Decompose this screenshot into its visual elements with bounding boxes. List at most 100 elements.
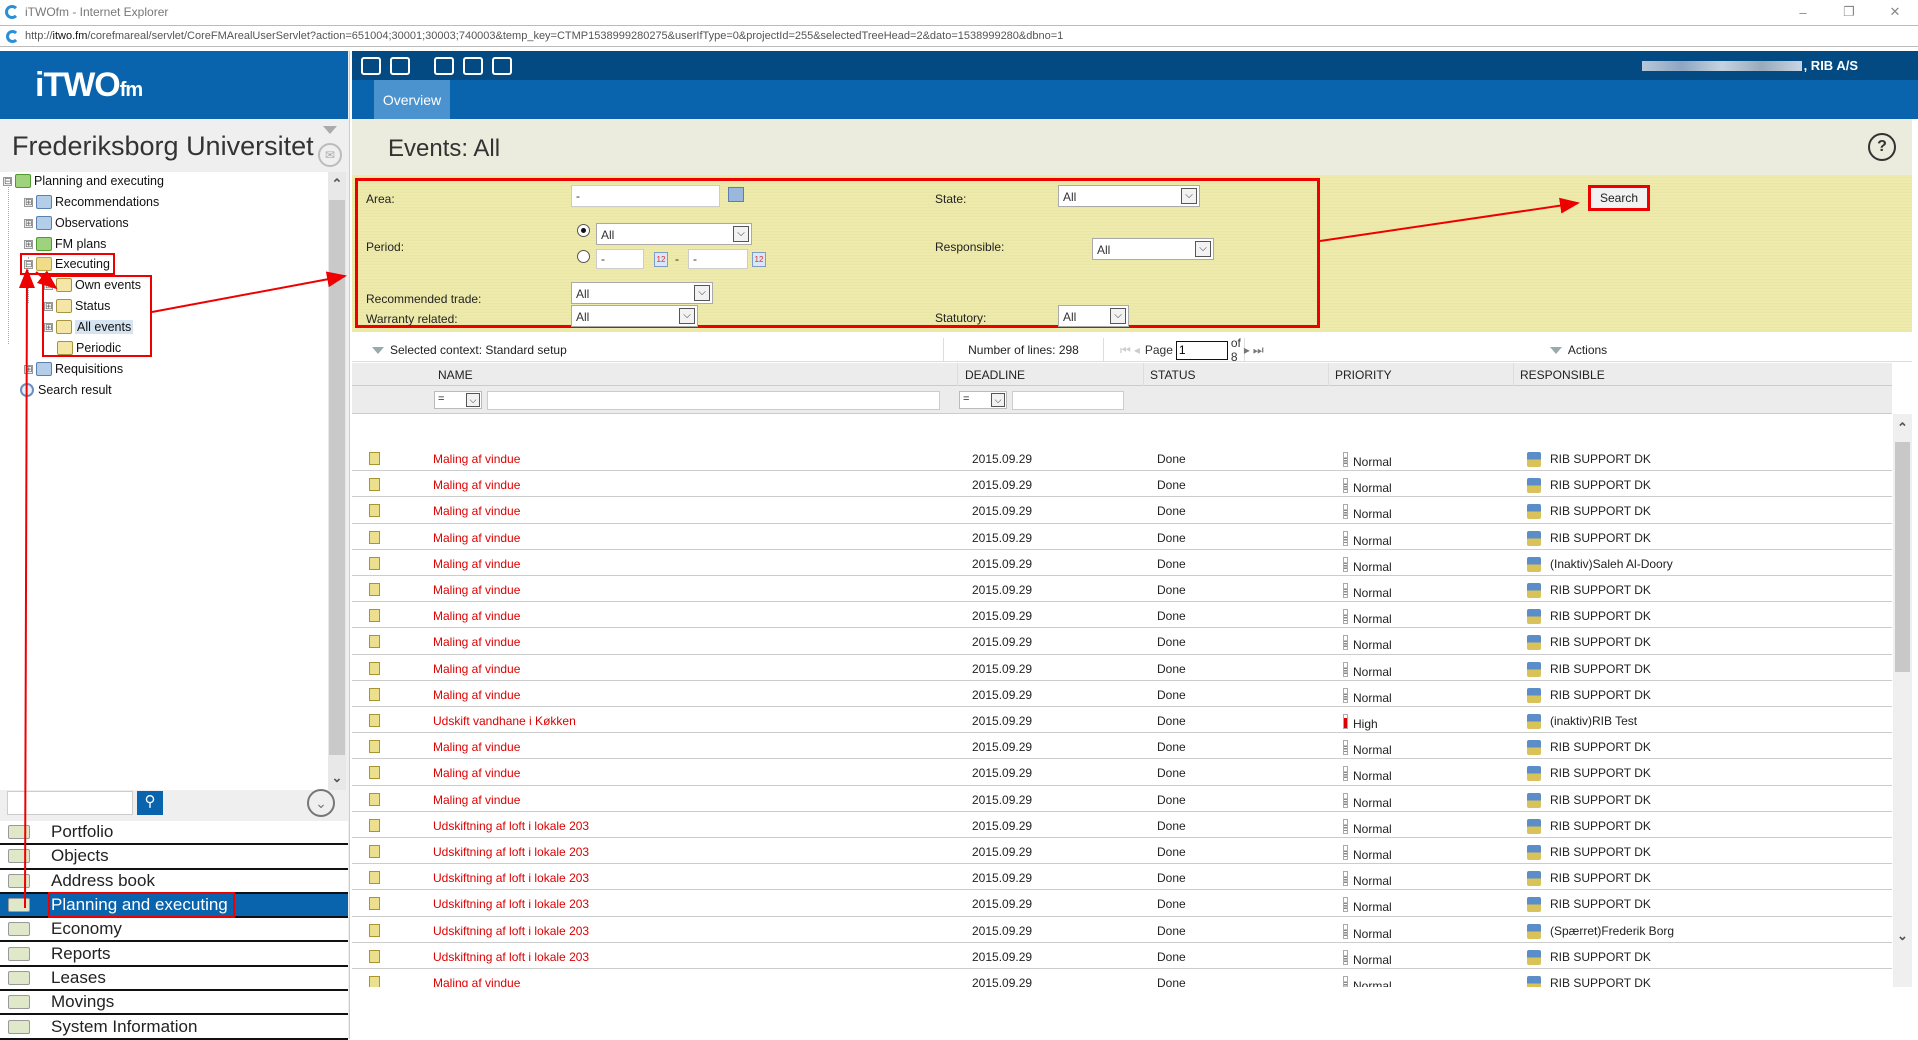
event-name-link[interactable]: Maling af vindue	[433, 662, 520, 676]
event-name-link[interactable]: Maling af vindue	[433, 766, 520, 780]
table-row[interactable]: Maling af vindue 2015.09.29 Done Normal RIB …	[352, 524, 1892, 550]
event-name-link[interactable]: Maling af vindue	[433, 557, 520, 571]
tree-node-recommendations[interactable]: ⊞ Recommendations	[24, 193, 159, 211]
table-row[interactable]: Maling af vindue 2015.09.29 Done Normal RIB …	[352, 681, 1892, 707]
table-row[interactable]: Udskift vandhane i Køkken 2015.09.29 Done H…	[352, 707, 1892, 734]
tree-node-planning-executing[interactable]: ⊟ Planning and executing	[3, 172, 164, 190]
column-header-status[interactable]: STATUS	[1144, 363, 1329, 386]
event-name-link[interactable]: Udskift vandhane i Køkken	[433, 714, 576, 728]
tree-node-periodic[interactable]: Periodic	[57, 339, 121, 357]
expand-icon[interactable]: ⊞	[44, 280, 53, 290]
table-row[interactable]: Maling af vindue 2015.09.29 Done Normal RIB …	[352, 602, 1892, 629]
tree-node-search-result[interactable]: Search result	[20, 381, 112, 399]
expand-icon[interactable]: ⊞	[24, 197, 33, 207]
minimize-button[interactable]: –	[1780, 0, 1826, 24]
column-header-responsible[interactable]: RESPONSIBLE	[1514, 363, 1892, 386]
event-name-link[interactable]: Maling af vindue	[433, 609, 520, 623]
table-row[interactable]: Maling af vindue 2015.09.29 Done Normal RIB …	[352, 759, 1892, 786]
event-name-link[interactable]: Udskiftning af loft i lokale 203	[433, 819, 589, 833]
event-name-link[interactable]: Maling af vindue	[433, 740, 520, 754]
prev-page-icon[interactable]: ◂	[1134, 343, 1140, 357]
column-header-priority[interactable]: PRIORITY	[1329, 363, 1514, 386]
module-system-information[interactable]: System Information	[0, 1015, 348, 1040]
module-movings[interactable]: Movings	[0, 991, 348, 1016]
area-input[interactable]: -	[571, 185, 720, 207]
address-bar[interactable]: http://itwo.fm/corefmareal/servlet/CoreF…	[0, 25, 1918, 47]
scroll-down-icon[interactable]: ⌄	[1895, 928, 1910, 944]
period-to-input[interactable]: -	[688, 249, 748, 269]
event-name-link[interactable]: Udskiftning af loft i lokale 203	[433, 871, 589, 885]
grid-scrollbar[interactable]: ⌃ ⌄	[1893, 414, 1912, 987]
dropdown-arrow-icon[interactable]: ⌵	[679, 308, 695, 324]
table-row[interactable]: Maling af vindue 2015.09.29 Done Normal RIB …	[352, 576, 1892, 603]
dropdown-arrow-icon[interactable]: ⌵	[466, 393, 480, 407]
book-icon[interactable]	[492, 56, 512, 75]
event-name-link[interactable]: Udskiftning af loft i lokale 203	[433, 924, 589, 938]
tree-node-observations[interactable]: ⊞ Observations	[24, 214, 129, 232]
module-objects[interactable]: Objects	[0, 845, 348, 870]
table-row[interactable]: Maling af vindue 2015.09.29 Done Normal RIB …	[352, 628, 1892, 655]
state-select[interactable]: All ⌵	[1058, 185, 1200, 207]
tree-node-requisitions[interactable]: ⊞ Requisitions	[24, 360, 123, 378]
event-name-link[interactable]: Udskiftning af loft i lokale 203	[433, 897, 589, 911]
url-text[interactable]: http://itwo.fm/corefmareal/servlet/CoreF…	[25, 30, 1063, 42]
recommended-trade-select[interactable]: All ⌵	[571, 282, 713, 304]
collapse-header-icon[interactable]	[323, 126, 337, 134]
warranty-related-select[interactable]: All ⌵	[571, 305, 698, 327]
dropdown-arrow-icon[interactable]: ⌵	[1110, 308, 1126, 324]
help-icon[interactable]: ?	[1868, 133, 1896, 161]
dropdown-arrow-icon[interactable]: ⌵	[991, 393, 1005, 407]
name-filter-input[interactable]	[487, 391, 940, 410]
search-button[interactable]: Search	[1588, 185, 1650, 211]
event-name-link[interactable]: Udskiftning af loft i lokale 203	[433, 845, 589, 859]
dropdown-arrow-icon[interactable]: ⌵	[1181, 188, 1197, 204]
collapse-icon[interactable]: ⊟	[24, 259, 33, 269]
tree-node-own-events[interactable]: ⊞ Own events	[44, 276, 141, 294]
expand-icon[interactable]: ⊞	[44, 322, 53, 332]
tree-scrollbar[interactable]: ⌃ ⌄	[328, 172, 346, 790]
media-icon[interactable]	[463, 56, 483, 75]
table-row[interactable]: Udskiftning af loft i lokale 203 2015.09.…	[352, 917, 1892, 943]
column-header-deadline[interactable]: DEADLINE	[958, 363, 1144, 386]
dropdown-arrow-icon[interactable]: ⌵	[694, 285, 710, 301]
list-document-icon[interactable]	[390, 56, 410, 75]
dropdown-arrow-icon[interactable]: ⌵	[1195, 241, 1211, 257]
name-filter-operator[interactable]: = ⌵	[434, 391, 482, 409]
module-economy[interactable]: Economy	[0, 918, 348, 943]
area-picker-icon[interactable]	[728, 187, 744, 202]
table-row[interactable]: Udskiftning af loft i lokale 203 2015.09.…	[352, 838, 1892, 865]
event-name-link[interactable]: Maling af vindue	[433, 504, 520, 518]
scroll-thumb[interactable]	[1895, 442, 1910, 672]
calendar-icon[interactable]: 12	[654, 252, 668, 267]
close-button[interactable]: ✕	[1872, 0, 1918, 24]
table-row[interactable]: Maling af vindue 2015.09.29 Done Normal RIB …	[352, 655, 1892, 681]
event-name-link[interactable]: Maling af vindue	[433, 452, 520, 466]
table-row[interactable]: Udskiftning af loft i lokale 203 2015.09.…	[352, 890, 1892, 917]
column-header-name[interactable]: NAME	[352, 363, 958, 386]
module-reports[interactable]: Reports	[0, 942, 348, 967]
event-name-link[interactable]: Maling af vindue	[433, 635, 520, 649]
table-row[interactable]: Udskiftning af loft i lokale 203 2015.09.…	[352, 812, 1892, 838]
event-name-link[interactable]: Maling af vindue	[433, 688, 520, 702]
event-name-link[interactable]: Maling af vindue	[433, 583, 520, 597]
table-row[interactable]: Maling af vindue 2015.09.29 Done Normal RIB …	[352, 786, 1892, 812]
table-row[interactable]: Maling af vindue 2015.09.29 Done Normal RIB …	[352, 969, 1892, 987]
scroll-up-icon[interactable]: ⌃	[1895, 420, 1910, 436]
app-logo[interactable]: iTWOfm	[0, 51, 348, 119]
page-number-input[interactable]	[1175, 340, 1228, 360]
event-name-link[interactable]: Maling af vindue	[433, 531, 520, 545]
scroll-down-icon[interactable]: ⌄	[330, 770, 344, 786]
dropdown-arrow-icon[interactable]: ⌵	[733, 226, 749, 242]
table-row[interactable]: Udskiftning af loft i lokale 203 2015.09.…	[352, 864, 1892, 891]
first-page-icon[interactable]: ⏮	[1120, 343, 1131, 358]
table-row[interactable]: Maling af vindue 2015.09.29 Done Normal RIB …	[352, 445, 1892, 472]
table-row[interactable]: Udskiftning af loft i lokale 203 2015.09.…	[352, 943, 1892, 969]
deadline-filter-operator[interactable]: = ⌵	[959, 391, 1007, 409]
actions-menu[interactable]: Actions	[1245, 338, 1912, 362]
expand-icon[interactable]: ⊞	[24, 218, 33, 228]
event-name-link[interactable]: Maling af vindue	[433, 976, 520, 987]
statutory-select[interactable]: All ⌵	[1058, 305, 1129, 327]
tree-node-status[interactable]: ⊞ Status	[44, 297, 110, 315]
scroll-up-icon[interactable]: ⌃	[330, 176, 344, 192]
sidebar-search-input[interactable]	[7, 791, 133, 815]
